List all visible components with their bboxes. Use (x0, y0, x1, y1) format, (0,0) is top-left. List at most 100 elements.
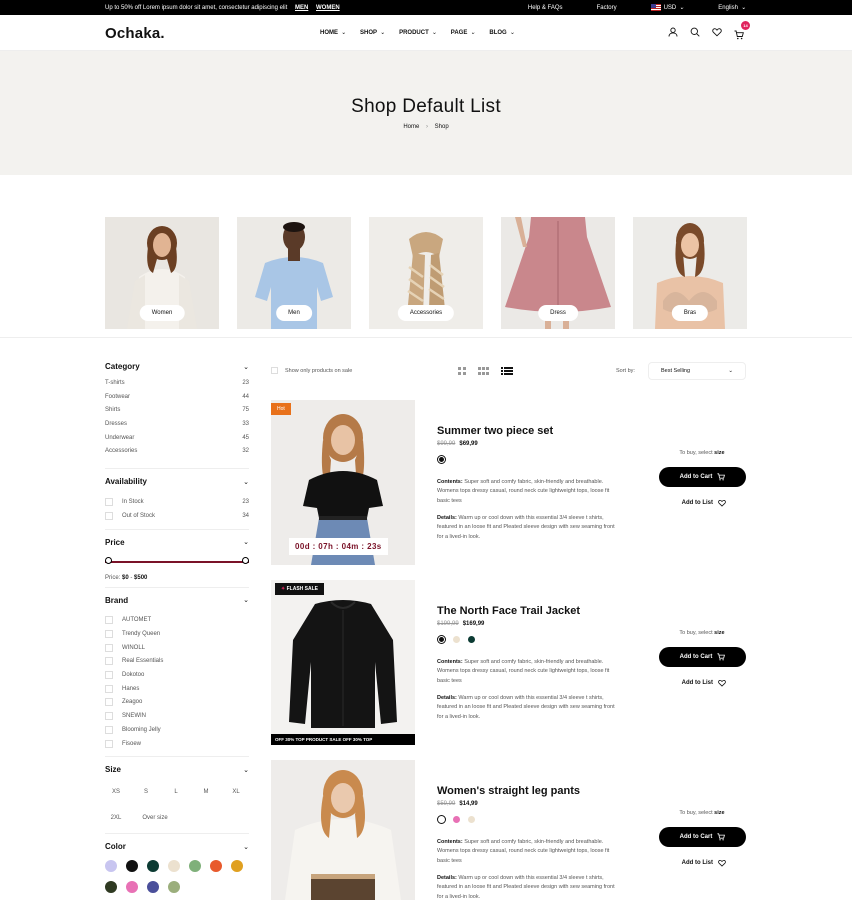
brand-filter-item[interactable]: Hanes (105, 682, 249, 696)
color-variant[interactable] (467, 635, 476, 644)
category-tile-bras[interactable]: Bras (633, 217, 747, 329)
size-option[interactable]: L (165, 783, 187, 801)
add-to-cart-button[interactable]: Add to Cart (659, 647, 746, 667)
help-link[interactable]: Help & FAQs (528, 4, 563, 11)
color-swatch[interactable] (105, 860, 117, 873)
product-image[interactable] (271, 760, 415, 900)
product-title[interactable]: Summer two piece set (437, 425, 553, 437)
filter-price-header[interactable]: Price ⌄ (105, 538, 249, 547)
checkbox[interactable] (105, 671, 113, 680)
color-swatch[interactable] (168, 881, 180, 894)
language-select[interactable]: English ⌄ (718, 4, 746, 12)
filter-color-header[interactable]: Color ⌄ (105, 842, 249, 851)
nav-home[interactable]: HOME ⌄ (320, 29, 346, 37)
color-swatch[interactable] (126, 860, 138, 873)
factory-link[interactable]: Factory (597, 4, 617, 11)
category-filter-item[interactable]: T-shirts 23 (105, 380, 249, 394)
price-min-handle[interactable] (105, 556, 112, 564)
size-option[interactable]: M (195, 783, 217, 801)
promo-link-men[interactable]: MEN (295, 5, 308, 11)
add-to-cart-button[interactable]: Add to Cart (659, 827, 746, 847)
category-filter-item[interactable]: Underwear 45 (105, 435, 249, 449)
color-swatch[interactable] (189, 860, 201, 873)
category-tile-accessories[interactable]: Accessories (369, 217, 483, 329)
cart-button[interactable]: 14 (734, 21, 750, 45)
grid-2-icon[interactable] (458, 367, 466, 375)
brand-filter-item[interactable]: AUTOMET (105, 614, 249, 628)
color-variant[interactable] (437, 635, 446, 644)
color-swatch[interactable] (126, 881, 138, 894)
filter-category-header[interactable]: Category ⌄ (105, 362, 249, 371)
size-option[interactable]: 2XL (105, 809, 127, 827)
brand-filter-item[interactable]: Zeagoo (105, 696, 249, 710)
checkbox[interactable] (105, 712, 113, 721)
category-filter-item[interactable]: Footwear 44 (105, 394, 249, 408)
checkbox[interactable] (105, 643, 113, 652)
add-to-list-button[interactable]: Add to List (682, 859, 726, 867)
size-option[interactable]: XL (225, 783, 247, 801)
filter-brand-header[interactable]: Brand ⌄ (105, 596, 249, 605)
grid-3-icon[interactable] (478, 367, 489, 375)
sale-only-toggle[interactable]: Show only products on sale (271, 367, 352, 374)
nav-page[interactable]: PAGE ⌄ (451, 29, 476, 37)
availability-in-stock[interactable]: In Stock 23 (105, 495, 249, 509)
category-tile-dress[interactable]: Dress (501, 217, 615, 329)
color-swatch[interactable] (210, 860, 222, 873)
price-range-slider[interactable] (105, 556, 249, 568)
category-filter-item[interactable]: Dresses 33 (105, 421, 249, 435)
product-image[interactable]: ✦ FLASH SALE OFF 30% TOP PRODUCT SALE OF… (271, 580, 415, 745)
promo-link-women[interactable]: WOMEN (316, 5, 340, 11)
brand-filter-item[interactable]: Real Essentials (105, 655, 249, 669)
price-max-handle[interactable] (242, 556, 249, 564)
filter-size-header[interactable]: Size ⌄ (105, 765, 249, 774)
list-view-icon[interactable] (501, 367, 513, 375)
checkbox[interactable] (105, 657, 113, 666)
color-swatch[interactable] (147, 860, 159, 873)
sort-select[interactable]: Best Selling ⌄ (648, 362, 746, 380)
brand-filter-item[interactable]: WINOLL (105, 641, 249, 655)
color-variant[interactable] (437, 455, 446, 464)
nav-blog[interactable]: BLOG ⌄ (489, 29, 514, 37)
color-variant[interactable] (437, 815, 446, 824)
checkbox[interactable] (105, 497, 113, 506)
user-icon[interactable] (668, 27, 678, 37)
checkbox[interactable] (105, 684, 113, 693)
brand-filter-item[interactable]: SNEWIN (105, 709, 249, 723)
product-title[interactable]: The North Face Trail Jacket (437, 605, 580, 617)
category-tile-men[interactable]: Men (237, 217, 351, 329)
currency-select[interactable]: USD ⌄ (650, 4, 684, 11)
category-tile-women[interactable]: Women (105, 217, 219, 329)
color-variant[interactable] (452, 635, 461, 644)
checkbox[interactable] (271, 367, 278, 374)
availability-out-of-stock[interactable]: Out of Stock 34 (105, 509, 249, 523)
category-filter-item[interactable]: Accessories 32 (105, 448, 249, 462)
logo[interactable]: Ochaka. (105, 25, 165, 42)
size-option[interactable]: XS (105, 783, 127, 801)
checkbox[interactable] (105, 739, 113, 748)
checkbox[interactable] (105, 511, 113, 520)
add-to-cart-button[interactable]: Add to Cart (659, 467, 746, 487)
product-title[interactable]: Women's straight leg pants (437, 785, 580, 797)
size-option[interactable]: S (135, 783, 157, 801)
checkbox[interactable] (105, 616, 113, 625)
size-option[interactable]: Over size (135, 809, 175, 827)
color-variant[interactable] (452, 815, 461, 824)
brand-filter-item[interactable]: Fisoew (105, 737, 249, 751)
filter-availability-header[interactable]: Availability ⌄ (105, 477, 249, 486)
category-filter-item[interactable]: Shirts 75 (105, 407, 249, 421)
color-swatch[interactable] (168, 860, 180, 873)
color-swatch[interactable] (147, 881, 159, 894)
product-image[interactable]: Hot 00d : 07h : 04m : 23s (271, 400, 415, 565)
brand-filter-item[interactable]: Trendy Queen (105, 627, 249, 641)
brand-filter-item[interactable]: Dokotoo (105, 668, 249, 682)
add-to-list-button[interactable]: Add to List (682, 679, 726, 687)
checkbox[interactable] (105, 725, 113, 734)
checkbox[interactable] (105, 630, 113, 639)
add-to-list-button[interactable]: Add to List (682, 499, 726, 507)
heart-icon[interactable] (712, 27, 722, 37)
nav-product[interactable]: PRODUCT ⌄ (399, 29, 437, 37)
breadcrumb-home[interactable]: Home (403, 124, 419, 130)
search-icon[interactable] (690, 27, 700, 37)
brand-filter-item[interactable]: Blooming Jelly (105, 723, 249, 737)
nav-shop[interactable]: SHOP ⌄ (360, 29, 385, 37)
